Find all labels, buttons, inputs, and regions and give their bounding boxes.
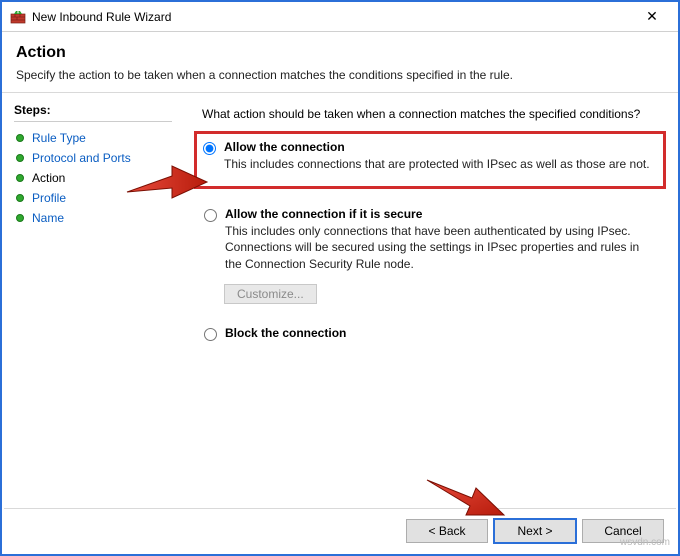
watermark: wsvdn.com <box>620 537 670 548</box>
step-bullet-icon <box>16 154 24 162</box>
page-subtitle: Specify the action to be taken when a co… <box>16 68 664 82</box>
step-action: Action <box>14 168 182 188</box>
back-button[interactable]: < Back <box>406 519 488 543</box>
option-title: Allow the connection <box>224 140 650 154</box>
radio-block[interactable] <box>204 328 217 341</box>
option-desc: This includes connections that are prote… <box>224 156 650 172</box>
page-title: Action <box>16 44 664 62</box>
next-button[interactable]: Next > <box>494 519 576 543</box>
content-prompt: What action should be taken when a conne… <box>202 107 658 121</box>
step-label: Action <box>32 171 65 185</box>
step-protocol-ports[interactable]: Protocol and Ports <box>14 148 182 168</box>
step-link[interactable]: Profile <box>32 191 66 205</box>
step-link[interactable]: Name <box>32 211 64 225</box>
radio-allow-secure[interactable] <box>204 209 217 222</box>
option-allow[interactable]: Allow the connection This includes conne… <box>194 131 666 189</box>
wizard-body: Steps: Rule Type Protocol and Ports Acti… <box>2 93 678 505</box>
content-panel: What action should be taken when a conne… <box>182 93 678 505</box>
close-icon: ✕ <box>646 8 658 25</box>
option-block[interactable]: Block the connection <box>202 326 658 341</box>
step-name[interactable]: Name <box>14 208 182 228</box>
steps-header: Steps: <box>14 99 172 122</box>
step-profile[interactable]: Profile <box>14 188 182 208</box>
window-title: New Inbound Rule Wizard <box>32 10 171 24</box>
firewall-icon <box>10 9 26 25</box>
step-bullet-icon <box>16 174 24 182</box>
customize-button: Customize... <box>224 284 317 304</box>
step-link[interactable]: Rule Type <box>32 131 86 145</box>
step-link[interactable]: Protocol and Ports <box>32 151 131 165</box>
step-bullet-icon <box>16 214 24 222</box>
wizard-header: Action Specify the action to be taken wh… <box>2 32 678 93</box>
option-desc: This includes only connections that have… <box>225 223 658 272</box>
step-rule-type[interactable]: Rule Type <box>14 128 182 148</box>
titlebar: New Inbound Rule Wizard ✕ <box>2 2 678 32</box>
option-title: Block the connection <box>225 326 346 340</box>
wizard-footer: < Back Next > Cancel <box>4 508 676 552</box>
step-bullet-icon <box>16 194 24 202</box>
close-button[interactable]: ✕ <box>632 3 672 31</box>
step-bullet-icon <box>16 134 24 142</box>
option-allow-secure[interactable]: Allow the connection if it is secure Thi… <box>202 207 658 304</box>
radio-allow[interactable] <box>203 142 216 155</box>
option-title: Allow the connection if it is secure <box>225 207 658 221</box>
steps-panel: Steps: Rule Type Protocol and Ports Acti… <box>2 93 182 505</box>
steps-list: Rule Type Protocol and Ports Action Prof… <box>14 128 182 228</box>
